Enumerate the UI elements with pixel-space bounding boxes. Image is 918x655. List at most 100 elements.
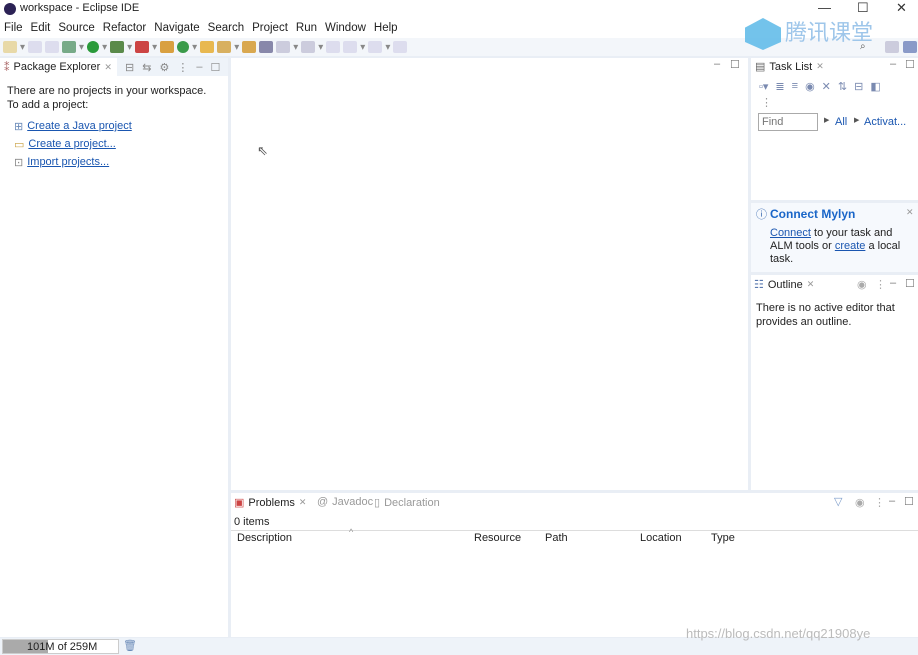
filter-all-link[interactable]: All	[835, 116, 847, 128]
menu-refactor[interactable]: Refactor	[99, 19, 150, 38]
view-menu-icon[interactable]: ⋮	[177, 61, 188, 74]
maximize-button[interactable]: ☐	[857, 0, 869, 16]
maximize-icon[interactable]: ☐	[904, 495, 914, 508]
categorized-icon[interactable]: ≣	[775, 80, 784, 93]
link-text[interactable]: Create a project...	[28, 138, 115, 151]
last-edit-icon[interactable]	[326, 41, 341, 53]
focus-icon[interactable]: ◉	[855, 496, 865, 509]
column-description[interactable]: Description	[237, 532, 292, 544]
open-task-icon[interactable]	[242, 41, 257, 53]
link-text[interactable]: Create a Java project	[27, 120, 132, 133]
menu-project[interactable]: Project	[248, 19, 292, 38]
prev-annotation-icon[interactable]	[301, 41, 316, 53]
link-editor-icon[interactable]: ⇆	[142, 61, 151, 74]
collapse-all-icon[interactable]: ⊟	[125, 61, 134, 74]
create-link[interactable]: create	[835, 240, 866, 252]
import-icon: ⊡	[14, 157, 24, 169]
task-list-icon: ▤	[755, 61, 766, 73]
close-icon[interactable]: ✕	[906, 207, 914, 218]
minimize-icon[interactable]: ‒	[890, 58, 896, 70]
close-icon[interactable]: ✕	[807, 279, 815, 290]
filter-activate-link[interactable]: Activat...	[864, 116, 906, 128]
garbage-collect-icon[interactable]: 🗑	[123, 639, 137, 652]
menu-help[interactable]: Help	[370, 19, 402, 38]
open-perspective-icon[interactable]	[885, 41, 899, 53]
new-task-icon[interactable]: ▫▾	[759, 80, 768, 93]
minimize-icon[interactable]: ‒	[890, 277, 896, 289]
column-type[interactable]: Type	[711, 532, 735, 544]
menu-edit[interactable]: Edit	[27, 19, 55, 38]
filter-icon[interactable]: ▽	[834, 495, 842, 508]
package-explorer-panel: ⁑ Package Explorer ✕ ⊟ ⇆ ⚙ ⋮ ‒ ☐ There a…	[0, 58, 228, 637]
menu-search[interactable]: Search	[204, 19, 248, 38]
create-java-project-link[interactable]: ⊞ Create a Java project	[14, 120, 132, 133]
view-menu-icon[interactable]: ⋮	[874, 496, 885, 509]
search-icon[interactable]	[217, 41, 232, 53]
new-icon[interactable]	[3, 41, 17, 53]
import-projects-link[interactable]: ⊡ Import projects...	[14, 156, 109, 169]
forward-icon[interactable]	[368, 41, 383, 53]
maximize-icon[interactable]: ☐	[210, 61, 220, 74]
pin-editor-icon[interactable]	[393, 41, 408, 53]
create-project-link[interactable]: ▭ Create a project...	[14, 138, 116, 151]
maximize-icon[interactable]: ☐	[905, 277, 915, 290]
open-type-icon[interactable]	[200, 41, 215, 53]
close-button[interactable]: ✕	[896, 0, 907, 16]
menu-window[interactable]: Window	[321, 19, 370, 38]
synchronize-icon[interactable]: ⇅	[838, 80, 847, 93]
close-icon[interactable]: ✕	[104, 62, 112, 73]
column-resource[interactable]: Resource	[474, 532, 521, 544]
maximize-icon[interactable]: ☐	[905, 58, 915, 71]
sort-icon: ^	[349, 527, 354, 537]
minimize-icon[interactable]: ‒	[889, 495, 895, 507]
hide-completed-icon[interactable]: ✕	[822, 80, 831, 93]
new-java-package-icon[interactable]	[160, 41, 175, 53]
toggle-mark-icon[interactable]	[259, 41, 274, 53]
menu-file[interactable]: File	[0, 19, 27, 38]
back-icon[interactable]	[343, 41, 358, 53]
menu-run[interactable]: Run	[292, 19, 321, 38]
tab-declaration[interactable]: ▯ Declaration	[374, 496, 440, 510]
external-tools-icon[interactable]	[135, 41, 150, 53]
mouse-cursor-icon: ⇖	[257, 143, 268, 158]
save-all-icon[interactable]	[45, 41, 60, 53]
filter-icon[interactable]: ⚙	[159, 61, 169, 74]
heap-status[interactable]: 101M of 259M	[2, 639, 119, 654]
view-menu-icon[interactable]: ⋮	[875, 278, 886, 291]
find-input[interactable]	[758, 113, 818, 131]
tab-package-explorer[interactable]: ⁑ Package Explorer ✕	[0, 58, 117, 76]
menu-navigate[interactable]: Navigate	[150, 19, 203, 38]
close-icon[interactable]: ✕	[299, 497, 307, 508]
tab-label: Problems	[248, 496, 295, 509]
coverage-icon[interactable]	[110, 41, 125, 53]
new-class-icon[interactable]	[177, 41, 190, 53]
close-icon[interactable]: ✕	[816, 61, 824, 72]
next-annotation-icon[interactable]	[276, 41, 291, 53]
column-path[interactable]: Path	[545, 532, 568, 544]
column-location[interactable]: Location	[640, 532, 682, 544]
minimize-icon[interactable]: ‒	[196, 61, 202, 73]
tab-problems[interactable]: ▣ Problems ✕	[234, 496, 307, 510]
maximize-icon[interactable]: ☐	[730, 58, 740, 71]
focus-icon[interactable]: ◉	[805, 80, 815, 93]
java-perspective-icon[interactable]	[903, 41, 917, 53]
eclipse-logo-icon	[4, 3, 16, 15]
run-icon[interactable]	[87, 41, 100, 53]
save-icon[interactable]	[28, 41, 43, 53]
connect-link[interactable]: Connect	[770, 227, 811, 239]
repositories-icon[interactable]: ◧	[870, 80, 880, 93]
scheduled-icon[interactable]: ≡	[792, 80, 798, 93]
triangle-icon: ▶	[854, 117, 860, 124]
minimize-icon[interactable]: ‒	[714, 58, 720, 70]
debug-icon[interactable]	[62, 41, 77, 53]
problems-icon: ▣	[234, 497, 245, 509]
link-text[interactable]: Import projects...	[27, 156, 109, 169]
tab-javadoc[interactable]: @ Javadoc	[317, 496, 373, 508]
menu-source[interactable]: Source	[54, 19, 98, 38]
focus-icon[interactable]: ◉	[857, 278, 867, 291]
view-menu-icon[interactable]: ⋮	[761, 96, 772, 109]
minimize-button[interactable]: —	[818, 0, 831, 15]
tab-outline[interactable]: ☷ Outline ✕	[754, 278, 815, 292]
tab-task-list[interactable]: ▤ Task List ✕	[755, 60, 824, 74]
collapse-icon[interactable]: ⊟	[854, 80, 863, 93]
